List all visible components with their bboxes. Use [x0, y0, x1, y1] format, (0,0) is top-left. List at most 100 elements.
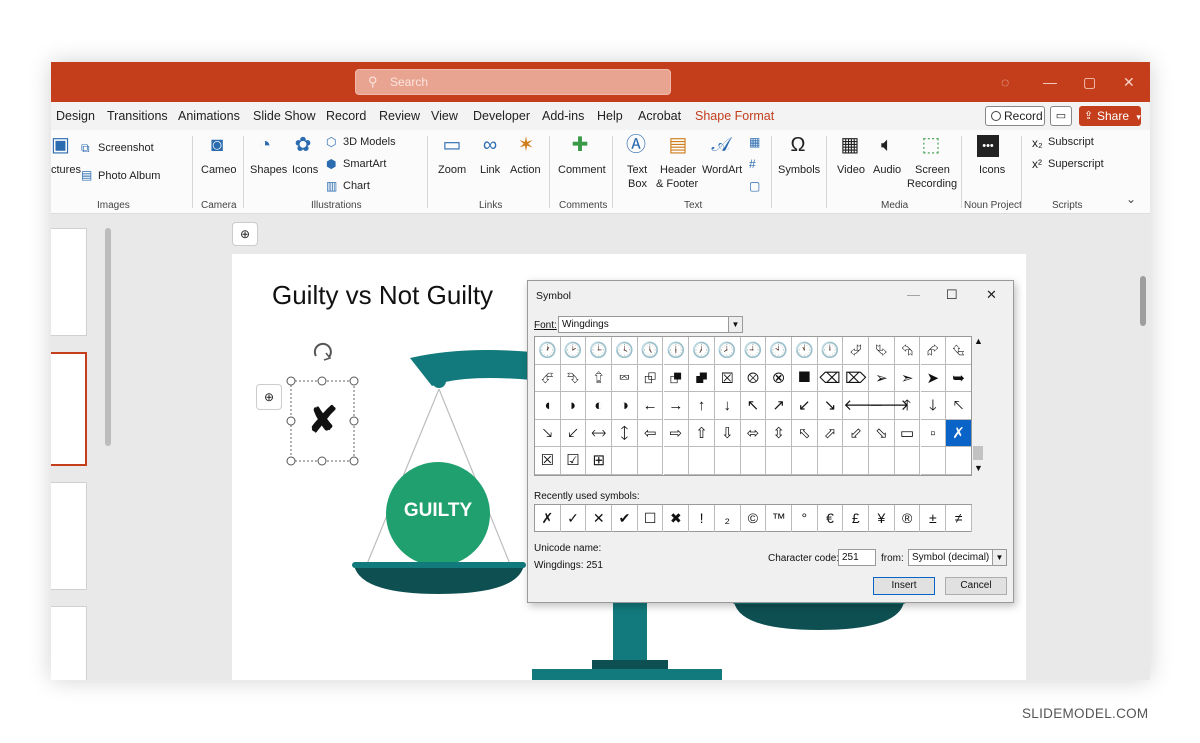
- symbol-cell[interactable]: ⮿: [766, 364, 792, 393]
- symbol-cell[interactable]: 🕐: [535, 337, 561, 365]
- symbol-cell[interactable]: 🕛: [817, 337, 844, 365]
- action-icon[interactable]: ✶: [512, 134, 540, 156]
- symbol-cell[interactable]: [637, 447, 664, 475]
- scroll-down-icon[interactable]: ▼: [974, 463, 983, 473]
- symbol-cell[interactable]: ⮽: [714, 364, 741, 393]
- canvas-scrollbar[interactable]: [1140, 276, 1146, 326]
- video-icon[interactable]: ▦: [836, 134, 864, 156]
- recent-symbol-cell[interactable]: ©: [741, 505, 767, 532]
- record-button[interactable]: Record: [985, 106, 1045, 126]
- insert-button[interactable]: Insert: [873, 577, 935, 595]
- symbol-cell[interactable]: ⮶: [535, 364, 561, 393]
- symbol-cell[interactable]: 🕗: [714, 337, 741, 365]
- symbol-cell[interactable]: [817, 447, 844, 475]
- recent-symbol-cell[interactable]: €: [818, 505, 844, 532]
- video-button[interactable]: Video: [837, 164, 865, 176]
- symbol-cell[interactable]: ↖: [740, 392, 767, 420]
- symbol-cell[interactable]: 🕘: [740, 337, 767, 365]
- comment-button[interactable]: Comment: [558, 164, 606, 176]
- symbol-cell[interactable]: 🡐: [843, 392, 884, 420]
- symbol-cell[interactable]: ⇧: [689, 419, 715, 448]
- symbol-cell[interactable]: ⮺: [637, 364, 664, 393]
- symbol-grid[interactable]: 🕐 🕑 🕒 🕓 🕔 🕕 🕖 🕗 🕘 🕙 🕚 🕛 ⮰ ⮱ ⮲ ⮳ ⮴ ⮶ ⮷ ⮸ ⮹ ⮺ ⮻ ⮼ ⮽ ⮾ ⮿ ⯀ ⌫ ⌦ ➢ ➣ ➤ ➥ ◖ ◗ ◐ ◑ ← →…: [534, 336, 972, 476]
- omega-icon[interactable]: Ω: [784, 134, 812, 156]
- symbol-cell[interactable]: 🕔: [637, 337, 664, 365]
- recent-symbol-cell[interactable]: ±: [921, 505, 947, 532]
- symbols-button[interactable]: Symbols: [778, 164, 820, 176]
- text-box-icon[interactable]: Ⓐ: [622, 134, 650, 156]
- screen-recording-line2[interactable]: Recording: [907, 178, 957, 190]
- symbol-cell[interactable]: ➥: [946, 364, 971, 393]
- selected-glyph[interactable]: ✘: [298, 395, 348, 445]
- symbol-cell[interactable]: ✗: [946, 419, 971, 448]
- icons-button[interactable]: Icons: [292, 164, 318, 176]
- collapse-ribbon-icon[interactable]: ⌄: [1126, 192, 1136, 206]
- screenshot-button[interactable]: Screenshot: [98, 142, 154, 154]
- symbol-cell[interactable]: 🕒: [586, 337, 613, 365]
- thumbnail-scrollbar[interactable]: [105, 228, 111, 446]
- symbol-cell[interactable]: ◗: [560, 392, 587, 420]
- symbol-cell[interactable]: ⬃: [843, 419, 870, 448]
- symbol-cell[interactable]: ↙: [792, 392, 818, 420]
- noun-project-icon[interactable]: •••: [977, 135, 999, 157]
- header-footer-icon[interactable]: ▤: [664, 134, 692, 156]
- symbol-cell[interactable]: ⮱: [869, 337, 895, 365]
- symbol-cell[interactable]: ◖: [535, 392, 561, 420]
- recent-symbol-cell[interactable]: ✕: [586, 505, 613, 532]
- 3d-models-button[interactable]: 3D Models: [343, 136, 396, 148]
- symbol-cell[interactable]: 🡔: [946, 392, 971, 420]
- symbol-cell[interactable]: 🡘: [586, 419, 613, 448]
- smartart-button[interactable]: SmartArt: [343, 158, 386, 170]
- scroll-up-icon[interactable]: ▲: [974, 336, 983, 346]
- symbol-cell[interactable]: ⮸: [586, 364, 613, 393]
- symbol-cell[interactable]: ⌦: [843, 364, 870, 393]
- recent-symbol-cell[interactable]: ✔: [612, 505, 638, 532]
- tab-add-ins[interactable]: Add-ins: [542, 109, 584, 123]
- header-footer-line1[interactable]: Header: [660, 164, 696, 176]
- recent-symbol-cell[interactable]: °: [792, 505, 818, 532]
- symbol-cell[interactable]: 🡓: [920, 392, 947, 420]
- symbol-cell[interactable]: [946, 447, 971, 475]
- icons-icon[interactable]: ✿: [289, 134, 317, 156]
- from-select[interactable]: Symbol (decimal) ▼: [908, 549, 1007, 566]
- symbol-cell[interactable]: ⮾: [740, 364, 767, 393]
- symbol-cell[interactable]: ▭: [894, 419, 921, 448]
- symbol-cell[interactable]: ⬁: [792, 419, 818, 448]
- symbol-cell[interactable]: 🡙: [612, 419, 638, 448]
- symbol-cell[interactable]: ◑: [612, 392, 638, 420]
- recent-symbol-cell[interactable]: ≠: [946, 505, 972, 532]
- cameo-button[interactable]: Cameo: [201, 164, 236, 176]
- symbol-cell[interactable]: ⇳: [766, 419, 792, 448]
- recent-symbols[interactable]: ✗ ✓ ✕ ✔ ☐ ✖! ₂ © ™ ° € £ ¥ ® ± ≠: [534, 504, 972, 532]
- symbol-cell[interactable]: ⬂: [869, 419, 895, 448]
- symbol-cell[interactable]: ⊞: [586, 447, 613, 475]
- tab-slide-show[interactable]: Slide Show: [253, 109, 316, 123]
- symbol-cell[interactable]: 🡑: [894, 392, 921, 420]
- slide-number-icon[interactable]: #: [749, 157, 756, 171]
- symbol-cell[interactable]: ⯀: [792, 364, 818, 393]
- symbol-grid-scrollbar[interactable]: ▲ ▼: [972, 336, 984, 476]
- symbol-cell[interactable]: ⮼: [689, 364, 715, 393]
- symbol-cell[interactable]: 🕓: [612, 337, 638, 365]
- zoom-icon[interactable]: ▭: [438, 134, 466, 156]
- maximize-icon[interactable]: ☐: [946, 287, 958, 303]
- wordart-icon[interactable]: 𝒜: [707, 134, 735, 156]
- symbol-cell[interactable]: [894, 447, 921, 475]
- zoom-button[interactable]: Zoom: [438, 164, 466, 176]
- tab-help[interactable]: Help: [597, 109, 623, 123]
- symbol-cell[interactable]: [689, 447, 715, 475]
- subscript-button[interactable]: Subscript: [1048, 136, 1094, 148]
- symbol-cell[interactable]: ➣: [894, 364, 921, 393]
- symbol-cell[interactable]: ☑: [560, 447, 587, 475]
- symbol-cell[interactable]: ☒: [535, 447, 561, 475]
- symbol-cell[interactable]: [843, 447, 870, 475]
- audio-icon[interactable]: 🔈︎: [873, 134, 901, 156]
- slide-thumbnail[interactable]: [51, 606, 87, 680]
- shapes-icon[interactable]: ◔: [251, 134, 279, 156]
- recent-symbol-cell[interactable]: !: [689, 505, 715, 532]
- screen-recording-line1[interactable]: Screen: [915, 164, 950, 176]
- symbol-cell[interactable]: [792, 447, 818, 475]
- symbol-cell[interactable]: [920, 447, 947, 475]
- recent-symbol-cell[interactable]: ✗: [535, 505, 561, 532]
- symbol-cell[interactable]: ⮳: [920, 337, 947, 365]
